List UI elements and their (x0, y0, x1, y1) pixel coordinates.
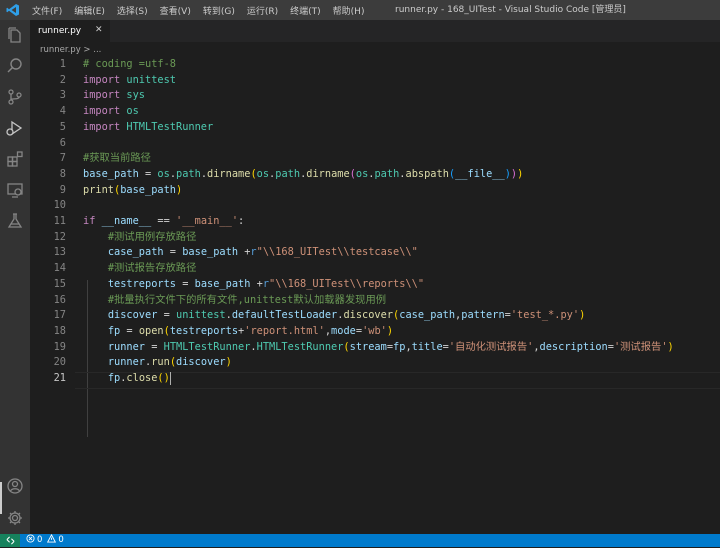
code-line: 5 import HTMLTestRunner (59, 120, 214, 133)
error-icon (26, 533, 35, 548)
menu-help[interactable]: 帮助(H) (327, 4, 371, 17)
code-line: 4 import os (59, 105, 139, 118)
code-line: 15 testreports = base_path +r"\\168_UITe… (53, 277, 425, 290)
explorer-icon[interactable] (0, 20, 30, 50)
title-bar: 文件(F) 编辑(E) 选择(S) 查看(V) 转到(G) 运行(R) 终端(T… (0, 0, 720, 20)
manage-gear-icon[interactable] (0, 503, 30, 533)
code-line: 14 #测试报告存放路径 (53, 262, 197, 275)
code-line: 20 runner.run(discover) (53, 356, 232, 369)
code-line: 18 fp = open(testreports+'report.html',m… (53, 324, 394, 337)
search-icon[interactable] (0, 51, 30, 81)
code-line: 11 if __name__ == '__main__': (53, 215, 245, 227)
code-line: 3 import sys (59, 89, 146, 102)
run-debug-icon[interactable] (0, 113, 30, 143)
extensions-icon[interactable] (0, 144, 30, 174)
menu-file[interactable]: 文件(F) (26, 4, 68, 17)
problems-indicator[interactable]: 0 0 (26, 533, 64, 548)
testing-icon[interactable] (0, 206, 30, 236)
code-line: 16 #批量执行文件下的所有文件,unittest默认加载器发现用例 (53, 293, 387, 306)
editor-tabs: runner.py ✕ (30, 20, 720, 42)
vscode-logo-icon (0, 0, 26, 20)
source-control-icon[interactable] (0, 82, 30, 112)
status-bar: 0 0 (0, 533, 720, 548)
close-icon[interactable]: ✕ (95, 25, 103, 35)
remote-indicator-icon[interactable] (0, 534, 20, 547)
code-line: 19 runner = HTMLTestRunner.HTMLTestRunne… (53, 340, 674, 353)
error-count: 0 (37, 535, 43, 545)
activity-bar (0, 20, 30, 534)
breadcrumb[interactable]: runner.py > ... (40, 43, 101, 57)
code-line: 17 discover = unittest.defaultTestLoader… (53, 309, 586, 322)
code-line: 12 #测试用例存放路径 (53, 230, 197, 243)
code-line: 1 # coding =utf-8 (59, 58, 176, 70)
code-line: 8 base_path = os.path.dirname(os.path.dir… (59, 167, 524, 180)
menu-bar: 文件(F) 编辑(E) 选择(S) 查看(V) 转到(G) 运行(R) 终端(T… (26, 4, 370, 17)
code-line: 13 case_path = base_path +r"\\168_UITest… (53, 246, 418, 259)
warning-count: 0 (58, 535, 64, 545)
menu-edit[interactable]: 编辑(E) (68, 4, 111, 17)
tab-label: runner.py (38, 26, 82, 36)
code-editor[interactable]: 1 # coding =utf-8 2 import unittest 3 impor… (30, 57, 720, 534)
menu-run[interactable]: 运行(R) (241, 4, 284, 17)
menu-view[interactable]: 查看(V) (154, 4, 197, 17)
code-line: 7 #获取当前路径 (59, 152, 151, 165)
window-title: runner.py - 168_UITest - Visual Studio C… (395, 5, 626, 15)
menu-go[interactable]: 转到(G) (197, 4, 241, 17)
code-line: 6 (59, 136, 66, 149)
account-icon[interactable] (0, 471, 30, 501)
code-line: 9 print(base_path) (59, 183, 183, 196)
warning-icon (47, 533, 57, 548)
tab-runner-py[interactable]: runner.py ✕ (30, 20, 110, 42)
remote-explorer-icon[interactable] (0, 175, 30, 205)
code-line: 10 (53, 199, 66, 212)
code-line: 21 fp.close() (53, 371, 171, 385)
code-line: 2 import unittest (59, 73, 177, 86)
menu-selection[interactable]: 选择(S) (111, 4, 154, 17)
menu-terminal[interactable]: 终端(T) (284, 4, 327, 17)
text-caret (169, 371, 171, 385)
